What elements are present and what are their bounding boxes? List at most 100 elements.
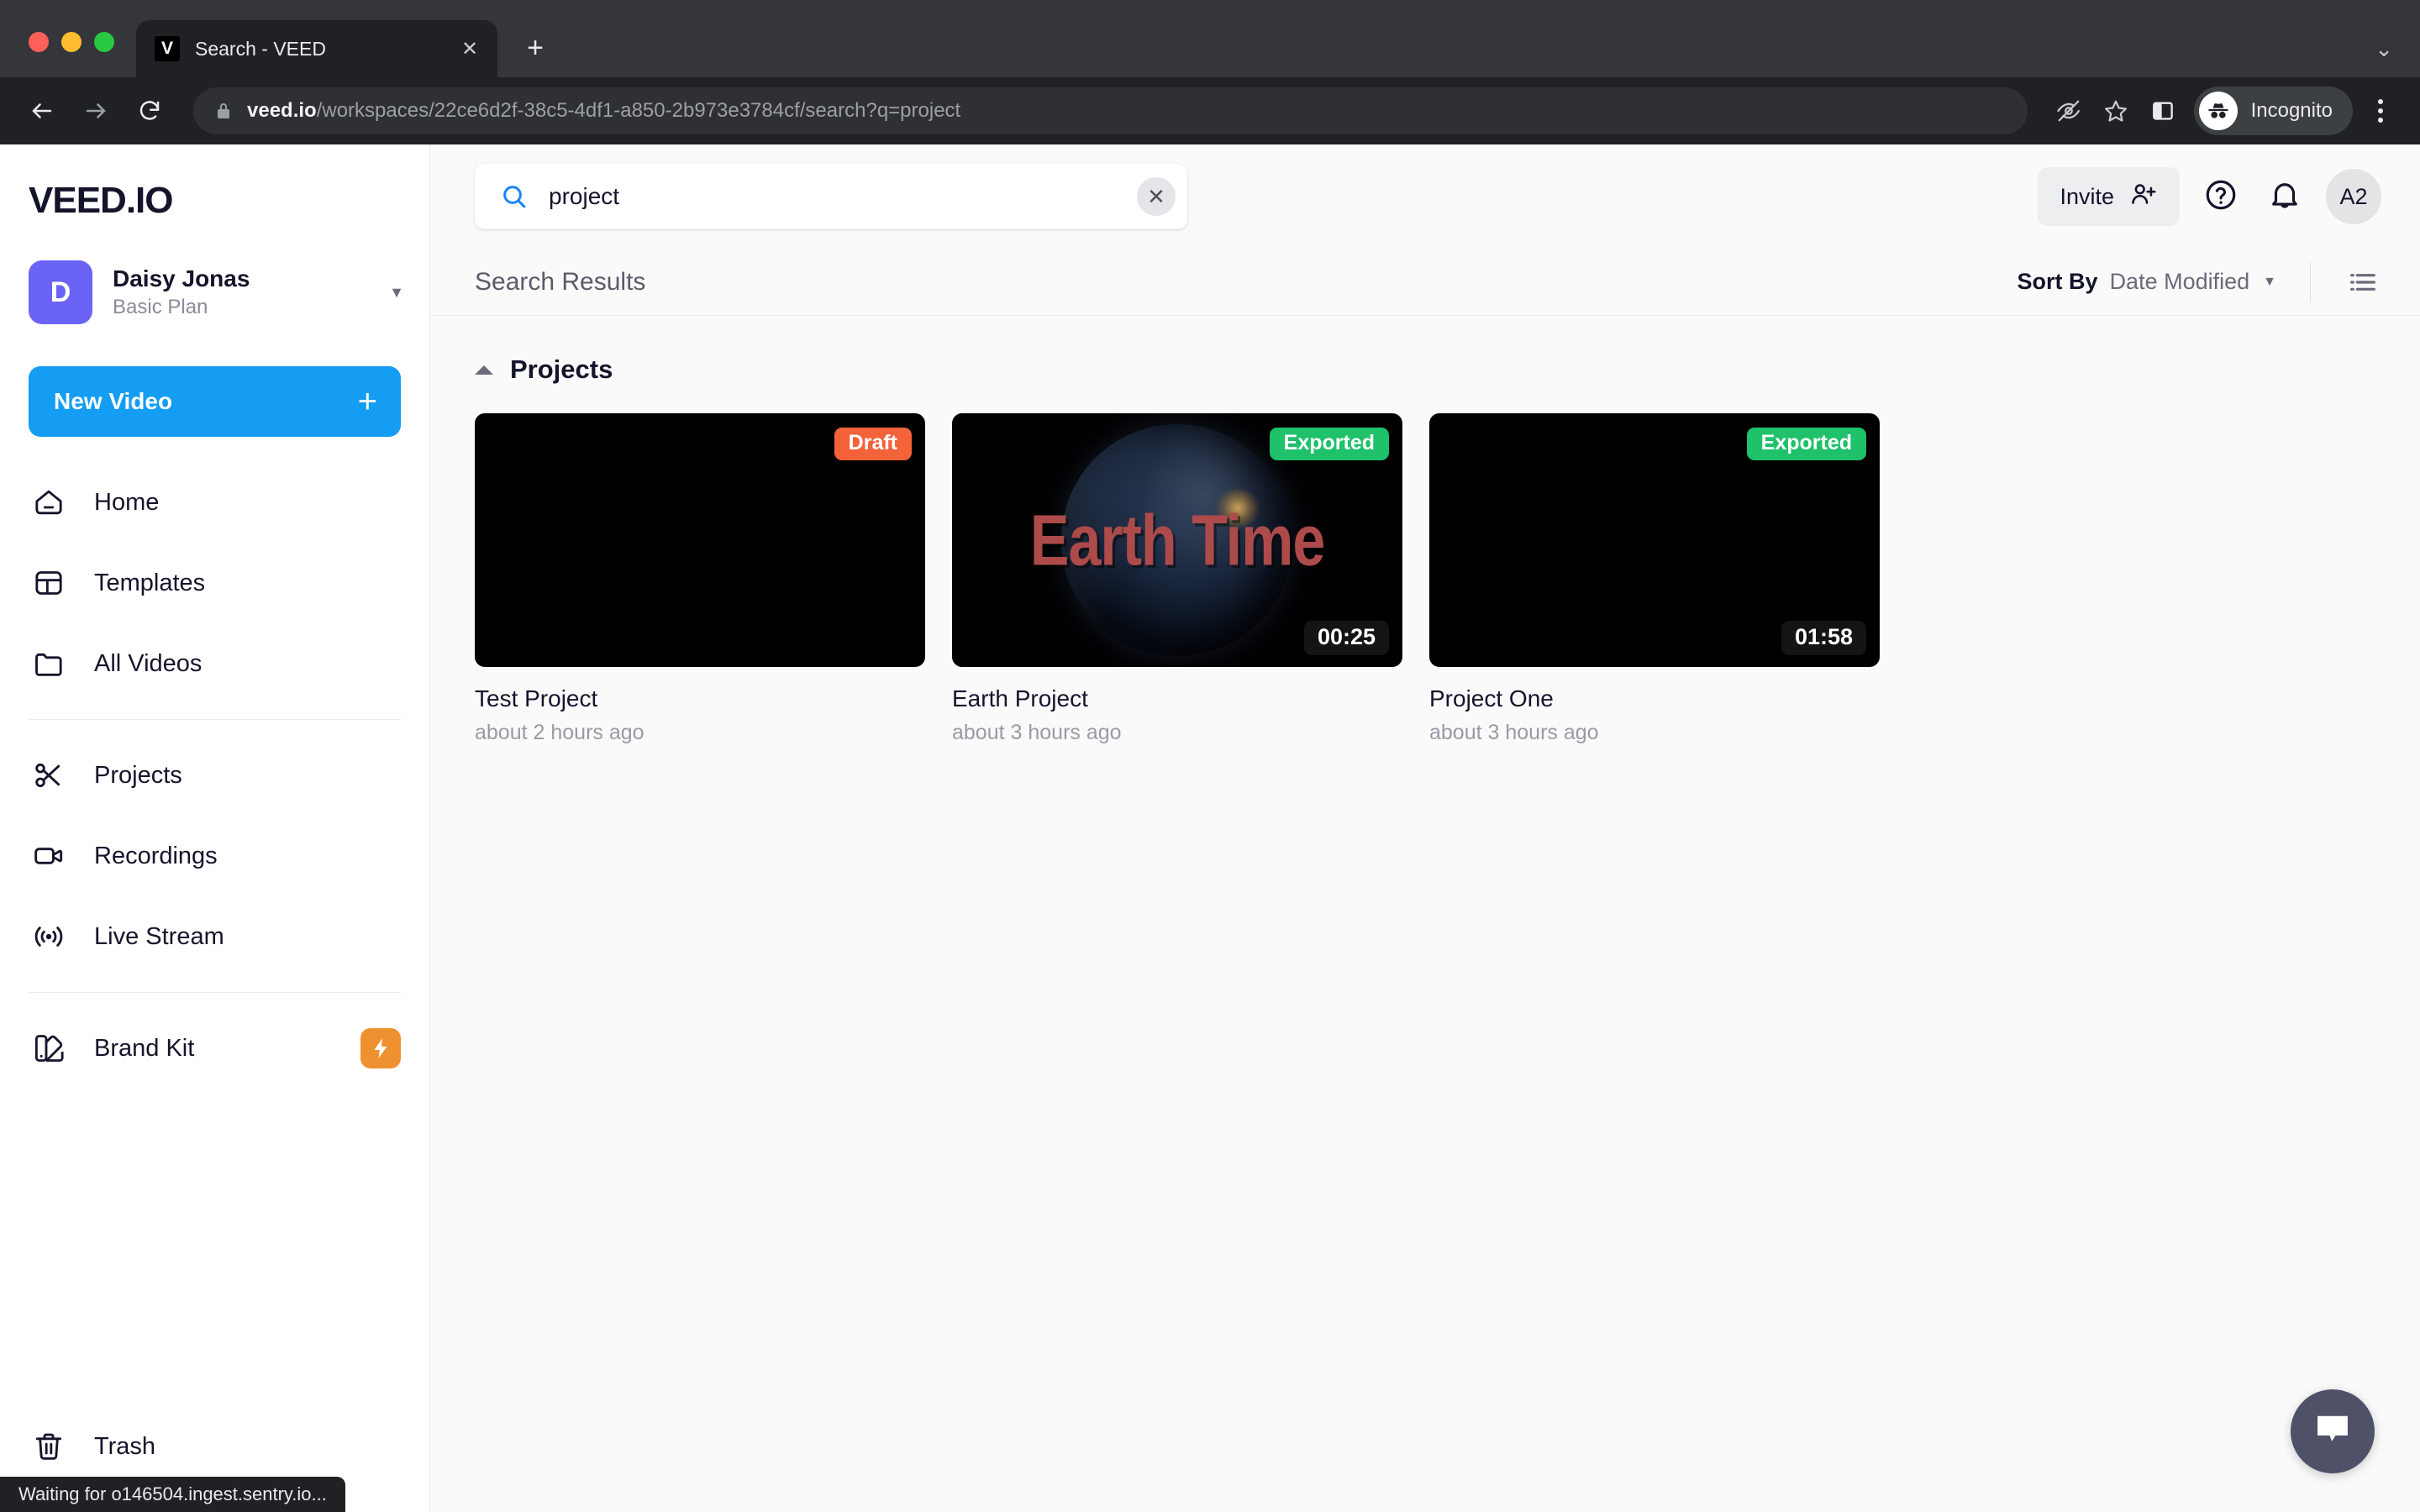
search-bar[interactable]: ✕ bbox=[475, 164, 1187, 229]
app-header: ✕ Invite bbox=[430, 144, 2420, 249]
folder-icon bbox=[32, 647, 66, 680]
kebab-menu-icon[interactable] bbox=[2361, 92, 2400, 130]
account-plan: Basic Plan bbox=[113, 296, 208, 318]
brand-logo[interactable]: VEED.IO bbox=[0, 144, 429, 222]
divider bbox=[2310, 261, 2311, 302]
sidebar-divider bbox=[29, 719, 401, 720]
scissors-icon bbox=[32, 759, 66, 792]
invite-button[interactable]: Invite bbox=[2038, 167, 2180, 226]
side-panel-icon[interactable] bbox=[2144, 92, 2182, 130]
eye-slash-icon[interactable] bbox=[2049, 92, 2088, 130]
sidebar-item-templates[interactable]: Templates bbox=[0, 543, 429, 623]
incognito-label: Incognito bbox=[2250, 99, 2333, 122]
project-timestamp: about 3 hours ago bbox=[1429, 721, 1599, 744]
header-actions: Invite A2 bbox=[2038, 167, 2381, 226]
new-tab-button[interactable]: + bbox=[516, 29, 555, 67]
sidebar-item-home[interactable]: Home bbox=[0, 462, 429, 543]
invite-label: Invite bbox=[2060, 183, 2114, 209]
url-host: veed.io bbox=[247, 99, 317, 122]
sidebar-item-label: Home bbox=[94, 488, 160, 516]
status-badge: Exported bbox=[1746, 428, 1866, 460]
url-text: veed.io/workspaces/22ce6d2f-38c5-4df1-a8… bbox=[247, 99, 960, 123]
sidebar-item-live-stream[interactable]: Live Stream bbox=[0, 896, 429, 977]
project-thumbnail[interactable]: Earth Time Exported 00:25 bbox=[952, 413, 1402, 667]
brand-kit-icon bbox=[32, 1032, 66, 1065]
section-title: Projects bbox=[510, 354, 613, 384]
project-name: Project One bbox=[1429, 685, 1554, 711]
project-thumbnail[interactable]: Draft bbox=[475, 413, 925, 667]
results-controls: Sort By Date Modified ▼ bbox=[2018, 261, 2381, 302]
browser-window: V Search - VEED ✕ + ⌄ veed.io/workspaces… bbox=[0, 0, 2420, 1512]
projects-section-header[interactable]: Projects bbox=[475, 354, 2381, 385]
project-timestamp: about 3 hours ago bbox=[952, 721, 1122, 744]
window-traffic-lights bbox=[0, 32, 114, 77]
new-video-button[interactable]: New Video + bbox=[29, 366, 401, 437]
reload-icon[interactable] bbox=[128, 89, 171, 133]
browser-status-bar: Waiting for o146504.ingest.sentry.io... bbox=[0, 1477, 345, 1512]
address-bar[interactable]: veed.io/workspaces/22ce6d2f-38c5-4df1-a8… bbox=[193, 87, 2028, 134]
project-thumbnail[interactable]: Exported 01:58 bbox=[1429, 413, 1880, 667]
page-title: Search Results bbox=[475, 267, 646, 296]
account-text: Daisy Jonas Basic Plan bbox=[113, 265, 382, 319]
status-badge: Exported bbox=[1269, 428, 1389, 460]
help-button[interactable] bbox=[2198, 174, 2244, 219]
minimize-window-button[interactable] bbox=[61, 32, 82, 52]
plus-icon: + bbox=[357, 383, 377, 420]
sidebar-divider bbox=[29, 992, 401, 993]
project-card[interactable]: Draft Test Project about 2 hours ago bbox=[475, 413, 925, 745]
notifications-button[interactable] bbox=[2262, 174, 2307, 219]
back-arrow-icon[interactable] bbox=[20, 89, 64, 133]
project-card[interactable]: Exported 01:58 Project One about 3 hours… bbox=[1429, 413, 1880, 745]
sidebar-item-label: Recordings bbox=[94, 842, 218, 869]
status-badge: Draft bbox=[834, 428, 912, 460]
star-icon[interactable] bbox=[2096, 92, 2135, 130]
tab-favicon: V bbox=[155, 36, 180, 61]
list-view-icon[interactable] bbox=[2344, 264, 2381, 301]
sidebar-item-label: All Videos bbox=[94, 649, 203, 677]
incognito-profile-button[interactable]: Incognito bbox=[2193, 87, 2353, 135]
url-path: /workspaces/22ce6d2f-38c5-4df1-a850-2b97… bbox=[316, 99, 961, 122]
home-icon bbox=[32, 486, 66, 519]
duration-label: 00:25 bbox=[1303, 621, 1389, 655]
sidebar-item-label: Brand Kit bbox=[94, 1034, 195, 1062]
sort-by-value: Date Modified bbox=[2109, 269, 2250, 294]
close-window-button[interactable] bbox=[29, 32, 49, 52]
sidebar: VEED.IO D Daisy Jonas Basic Plan ▼ New V… bbox=[0, 144, 430, 1512]
trash-icon bbox=[32, 1430, 66, 1463]
clear-search-icon[interactable]: ✕ bbox=[1137, 177, 1176, 216]
lightning-icon bbox=[360, 1028, 401, 1068]
close-tab-icon[interactable]: ✕ bbox=[457, 36, 482, 61]
chevron-up-icon bbox=[475, 365, 493, 375]
chevron-down-icon: ▼ bbox=[389, 283, 404, 301]
user-avatar[interactable]: A2 bbox=[2326, 169, 2381, 224]
chat-widget-button[interactable] bbox=[2291, 1389, 2375, 1473]
forward-arrow-icon[interactable] bbox=[74, 89, 118, 133]
main-content: ✕ Invite bbox=[430, 144, 2420, 1512]
browser-tab[interactable]: V Search - VEED ✕ bbox=[136, 20, 497, 77]
page-body: VEED.IO D Daisy Jonas Basic Plan ▼ New V… bbox=[0, 144, 2420, 1512]
sidebar-item-all-videos[interactable]: All Videos bbox=[0, 623, 429, 704]
maximize-window-button[interactable] bbox=[94, 32, 114, 52]
sidebar-item-recordings[interactable]: Recordings bbox=[0, 816, 429, 896]
account-switcher[interactable]: D Daisy Jonas Basic Plan ▼ bbox=[0, 222, 429, 324]
project-card[interactable]: Earth Time Exported 00:25 Earth Project … bbox=[952, 413, 1402, 745]
sidebar-item-label: Templates bbox=[94, 569, 206, 596]
templates-icon bbox=[32, 566, 66, 600]
video-camera-icon bbox=[32, 839, 66, 873]
thumbnail-title-text: Earth Time bbox=[1029, 500, 1325, 580]
sidebar-item-label: Live Stream bbox=[94, 922, 224, 950]
incognito-icon bbox=[2198, 92, 2238, 130]
lock-icon bbox=[215, 101, 232, 121]
projects-grid: Draft Test Project about 2 hours ago Ear… bbox=[475, 413, 2381, 745]
chevron-down-icon[interactable]: ⌄ bbox=[2375, 36, 2393, 62]
new-video-label: New Video bbox=[54, 388, 173, 414]
project-name: Earth Project bbox=[952, 685, 1088, 711]
sidebar-item-brand-kit[interactable]: Brand Kit bbox=[0, 1008, 429, 1089]
sort-by-dropdown[interactable]: Sort By Date Modified ▼ bbox=[2018, 269, 2276, 295]
add-person-icon bbox=[2129, 180, 2158, 214]
sidebar-item-projects[interactable]: Projects bbox=[0, 735, 429, 816]
avatar: D bbox=[29, 260, 92, 324]
search-input[interactable] bbox=[549, 183, 1137, 210]
project-name: Test Project bbox=[475, 685, 598, 711]
sidebar-item-trash[interactable]: Trash bbox=[0, 1406, 429, 1487]
